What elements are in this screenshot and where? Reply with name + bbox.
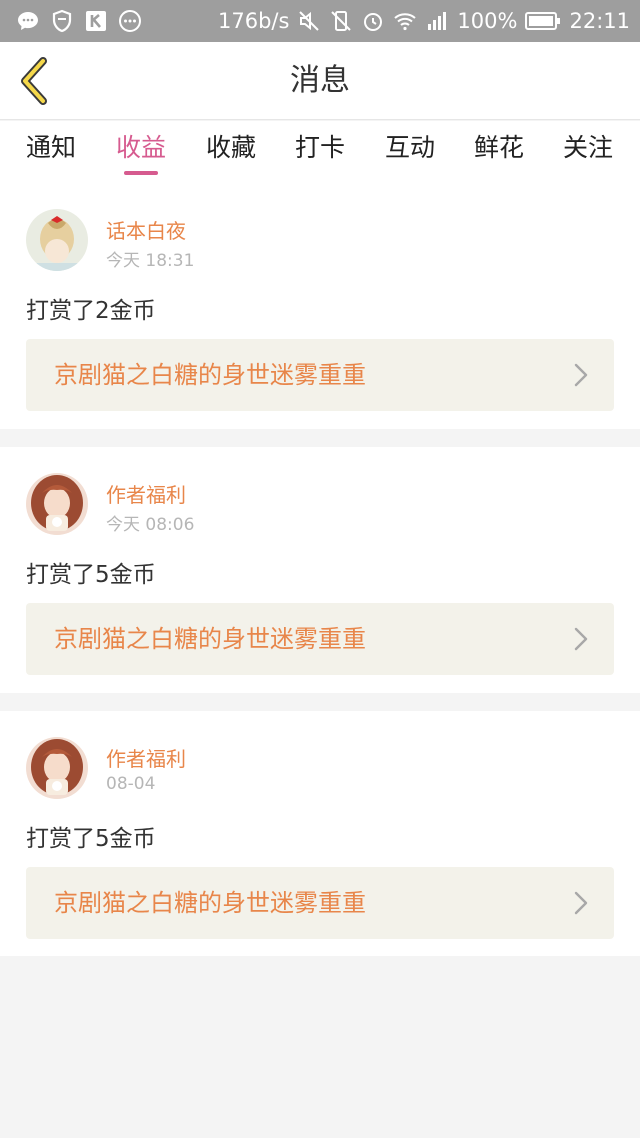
user-name[interactable]: 作者福利 bbox=[106, 743, 186, 772]
status-right: 176b/s 100% 22:11 bbox=[218, 9, 630, 33]
tab-following[interactable]: 关注 bbox=[543, 121, 633, 181]
book-title: 京剧猫之白糖的身世迷雾重重 bbox=[54, 889, 366, 917]
avatar[interactable] bbox=[26, 209, 88, 271]
book-title: 京剧猫之白糖的身世迷雾重重 bbox=[54, 361, 366, 389]
net-speed: 176b/s bbox=[217, 8, 290, 33]
book-title: 京剧猫之白糖的身世迷雾重重 bbox=[54, 625, 366, 653]
book-link[interactable]: 京剧猫之白糖的身世迷雾重重 bbox=[26, 867, 614, 939]
status-bar: 176b/s 100% 22:11 bbox=[0, 0, 640, 42]
page-title: 消息 bbox=[290, 63, 350, 98]
list-item: 作者福利 今天 08:06 打赏了5金币 京剧猫之白糖的身世迷雾重重 bbox=[0, 447, 640, 693]
signal-icon bbox=[428, 12, 447, 30]
timestamp: 08-04 bbox=[106, 774, 156, 794]
header-bar: 消息 bbox=[0, 42, 640, 120]
message-text: 打赏了2金币 bbox=[26, 298, 156, 324]
tab-label: 互动 bbox=[384, 133, 435, 162]
book-link[interactable]: 京剧猫之白糖的身世迷雾重重 bbox=[26, 603, 614, 675]
tab-label: 鲜花 bbox=[473, 133, 524, 162]
tab-favorites[interactable]: 收藏 bbox=[186, 121, 276, 181]
wifi-icon bbox=[394, 13, 417, 31]
avatar-image bbox=[26, 473, 88, 535]
battery-icon bbox=[525, 12, 561, 30]
active-tab-indicator bbox=[124, 171, 158, 175]
tab-label: 打卡 bbox=[294, 133, 345, 162]
battery-percent: 100% bbox=[457, 8, 518, 33]
avatar[interactable] bbox=[26, 473, 88, 535]
clock: 22:11 bbox=[569, 8, 630, 33]
no-vibrate-icon bbox=[331, 11, 352, 31]
tab-earnings[interactable]: 收益 bbox=[96, 121, 186, 181]
list-item: 话本白夜 今天 18:31 打赏了2金币 京剧猫之白糖的身世迷雾重重 bbox=[0, 181, 640, 429]
tab-label: 收益 bbox=[115, 133, 166, 162]
timestamp: 今天 08:06 bbox=[106, 515, 195, 535]
tab-interaction[interactable]: 互动 bbox=[365, 121, 455, 181]
message-text: 打赏了5金币 bbox=[26, 826, 156, 852]
status-left-icons bbox=[16, 9, 142, 33]
tab-bar: 通知 收益 收藏 打卡 互动 鲜花 关注 bbox=[0, 121, 640, 181]
avatar-image bbox=[26, 737, 88, 799]
chevron-right-icon bbox=[574, 627, 588, 651]
list-item: 作者福利 08-04 打赏了5金币 京剧猫之白糖的身世迷雾重重 bbox=[0, 711, 640, 956]
shield-icon bbox=[52, 9, 72, 33]
tab-checkin[interactable]: 打卡 bbox=[275, 121, 365, 181]
chat-icon bbox=[18, 12, 38, 30]
user-name[interactable]: 话本白夜 bbox=[106, 215, 186, 244]
k-app-icon bbox=[86, 11, 106, 31]
avatar[interactable] bbox=[26, 737, 88, 799]
book-link[interactable]: 京剧猫之白糖的身世迷雾重重 bbox=[26, 339, 614, 411]
chevron-right-icon bbox=[574, 891, 588, 915]
timestamp: 今天 18:31 bbox=[106, 251, 195, 271]
user-name[interactable]: 作者福利 bbox=[106, 479, 186, 508]
avatar-image bbox=[26, 209, 88, 271]
tab-label: 关注 bbox=[562, 133, 613, 162]
tab-notifications[interactable]: 通知 bbox=[6, 121, 96, 181]
more-dots-icon bbox=[119, 10, 141, 32]
tab-label: 收藏 bbox=[205, 133, 256, 162]
tab-label: 通知 bbox=[25, 133, 76, 162]
alarm-icon bbox=[364, 13, 383, 31]
message-text: 打赏了5金币 bbox=[26, 562, 156, 588]
chevron-right-icon bbox=[574, 363, 588, 387]
tab-flowers[interactable]: 鲜花 bbox=[454, 121, 544, 181]
mute-icon bbox=[299, 11, 320, 31]
